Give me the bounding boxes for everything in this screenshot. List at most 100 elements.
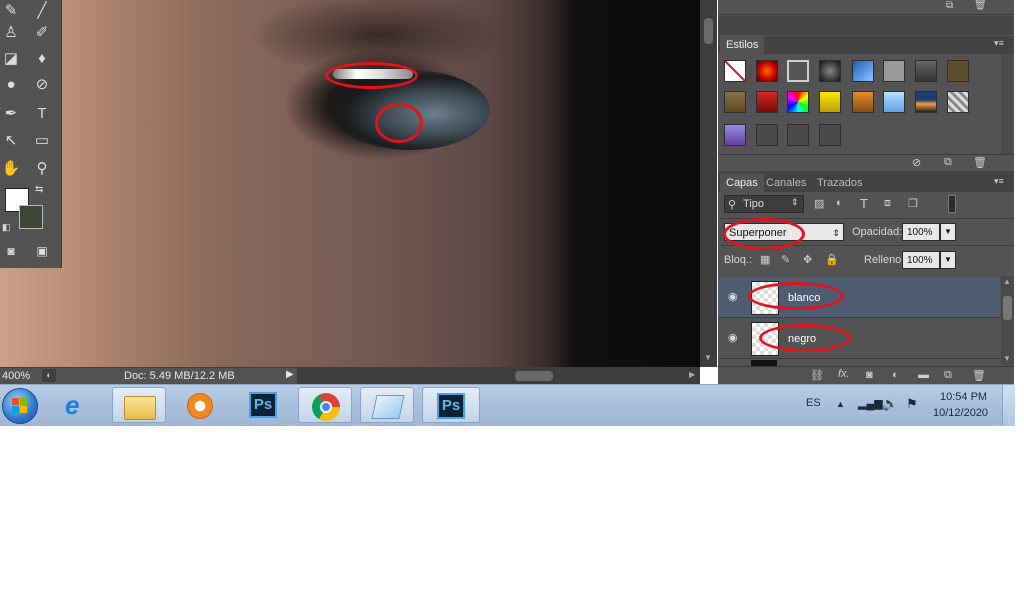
pen-tool-icon[interactable]: ✒ [0, 103, 22, 125]
eraser-tool-icon[interactable]: ◪ [0, 48, 22, 70]
style-swatch-15[interactable] [915, 91, 937, 113]
style-swatch-11[interactable] [787, 91, 809, 113]
tab-paths[interactable]: Trazados [817, 177, 862, 189]
style-swatch-20[interactable] [819, 124, 841, 146]
delete-layer-icon[interactable]: 🗑 [972, 369, 986, 382]
zoom-tool-icon[interactable]: ⚲ [31, 158, 53, 180]
hand-tool-icon[interactable]: ✋ [0, 158, 22, 180]
style-swatch-2[interactable] [756, 60, 778, 82]
lock-all-icon[interactable]: 🔒 [825, 253, 839, 266]
style-swatch-12[interactable] [819, 91, 841, 113]
filter-type-icon[interactable]: T [860, 196, 868, 211]
new-style-icon[interactable]: ⧉ [944, 156, 952, 169]
style-swatch-7[interactable] [915, 60, 937, 82]
show-hidden-icons-icon[interactable]: ▲ [836, 399, 845, 409]
network-signal-icon[interactable]: ▂▄▆ [858, 397, 883, 410]
history-brush-icon[interactable]: ✐ [31, 22, 53, 44]
style-swatch-5[interactable] [852, 60, 874, 82]
path-select-icon[interactable]: ↖ [0, 130, 22, 152]
scroll-down-arrow-icon[interactable]: ▼ [1003, 354, 1011, 363]
lock-transparent-icon[interactable]: ▦ [760, 253, 770, 266]
clock-date[interactable]: 10/12/2020 [933, 407, 988, 419]
taskbar-photoshop-1[interactable]: Ps [236, 387, 290, 423]
filter-adjustment-icon[interactable]: ◐ [836, 197, 843, 209]
style-swatch-19[interactable] [787, 124, 809, 146]
opacity-field[interactable]: 100% [902, 223, 940, 241]
trash-icon[interactable]: 🗑 [974, 0, 987, 11]
paint-bucket-icon[interactable]: ♦ [31, 48, 53, 70]
pencil-tool-icon[interactable]: ╱ [31, 0, 53, 22]
rectangle-tool-icon[interactable]: ▭ [31, 130, 53, 152]
screen-mode-icon[interactable]: ▣ [31, 240, 53, 262]
taskbar-notepad[interactable] [360, 387, 414, 423]
brush-tool-icon[interactable]: ✎ [0, 0, 22, 22]
style-swatch-13[interactable] [852, 91, 874, 113]
filter-smart-object-icon[interactable]: ❐ [908, 197, 918, 210]
layers-panel-menu-icon[interactable]: ▾≡ [994, 176, 1004, 187]
canvas-horizontal-scrollbar[interactable]: ▶ [297, 368, 700, 385]
status-menu-icon[interactable]: ◐ [42, 369, 56, 382]
document-canvas[interactable] [0, 0, 700, 367]
style-swatch-6[interactable] [883, 60, 905, 82]
opacity-dropdown-icon[interactable]: ▼ [940, 223, 956, 241]
volume-icon[interactable]: 🔊 [882, 396, 898, 412]
dodge-tool-icon[interactable]: ⊘ [31, 74, 53, 96]
fx-icon[interactable]: fx. [838, 368, 850, 380]
tab-styles[interactable]: Estilos [720, 36, 765, 54]
start-button[interactable] [2, 388, 38, 424]
type-tool-icon[interactable]: T [31, 103, 53, 125]
action-center-icon[interactable]: ⚑ [906, 396, 918, 412]
fill-dropdown-icon[interactable]: ▼ [940, 251, 956, 269]
style-swatch-4[interactable] [819, 60, 841, 82]
taskbar-internet-explorer[interactable]: e [51, 387, 105, 423]
status-arrow-icon[interactable]: ▶ [286, 369, 294, 380]
style-swatch-17[interactable] [724, 124, 746, 146]
blur-tool-icon[interactable]: ● [0, 74, 22, 96]
zoom-level[interactable]: 400% [2, 370, 30, 382]
style-swatch-16[interactable] [947, 91, 969, 113]
layer-filter-select[interactable]: ⚲ Tipo ⇕ [724, 195, 804, 213]
filter-toggle[interactable] [948, 195, 956, 213]
fill-field[interactable]: 100% [902, 251, 940, 269]
visibility-eye-icon[interactable]: ◉ [728, 290, 738, 303]
quick-mask-icon[interactable]: ◙ [0, 240, 22, 262]
layers-scrollbar[interactable]: ▲ ▼ [1001, 276, 1014, 366]
adjustment-layer-icon[interactable]: ◐ [892, 369, 899, 381]
swap-colors-icon[interactable]: ⇆ [35, 184, 43, 195]
styles-scrollbar[interactable] [1001, 54, 1013, 154]
new-layer-icon[interactable]: ⧉ [944, 369, 952, 382]
taskbar-chrome[interactable] [298, 387, 352, 423]
add-mask-icon[interactable]: ◙ [866, 369, 873, 381]
tab-layers[interactable]: Capas [720, 174, 764, 192]
background-color-swatch[interactable] [19, 205, 43, 229]
hscroll-thumb[interactable] [515, 371, 553, 381]
language-indicator[interactable]: ES [806, 397, 821, 409]
scroll-down-arrow-icon[interactable]: ▼ [704, 353, 712, 362]
style-swatch-8[interactable] [947, 60, 969, 82]
tab-channels[interactable]: Canales [766, 177, 806, 189]
new-group-icon[interactable]: ▬ [918, 369, 929, 381]
style-swatch-14[interactable] [883, 91, 905, 113]
new-item-icon[interactable]: ⧉ [946, 0, 953, 11]
taskbar-photoshop-2[interactable]: Ps [422, 387, 480, 423]
style-swatch-10[interactable] [756, 91, 778, 113]
show-desktop-button[interactable] [1002, 385, 1015, 426]
lock-position-icon[interactable]: ✥ [803, 253, 812, 266]
panel-menu-icon[interactable]: ▾≡ [994, 38, 1004, 49]
scroll-up-arrow-icon[interactable]: ▲ [1003, 277, 1011, 286]
scroll-thumb[interactable] [704, 18, 713, 44]
style-none-swatch[interactable] [724, 60, 746, 82]
style-swatch-9[interactable] [724, 91, 746, 113]
stamp-tool-icon[interactable]: ♙ [0, 22, 22, 44]
lock-paint-icon[interactable]: ✎ [781, 253, 790, 266]
style-swatch-18[interactable] [756, 124, 778, 146]
clear-style-icon[interactable]: ⊘ [912, 156, 921, 169]
taskbar-file-explorer[interactable] [112, 387, 166, 423]
filter-pixel-icon[interactable]: ▨ [814, 197, 824, 210]
scroll-right-arrow-icon[interactable]: ▶ [689, 370, 695, 379]
taskbar-media-player[interactable] [173, 387, 227, 423]
delete-style-icon[interactable]: 🗑 [973, 156, 987, 169]
visibility-eye-icon[interactable]: ◉ [728, 331, 738, 344]
layers-scroll-thumb[interactable] [1003, 296, 1012, 320]
canvas-vertical-scrollbar[interactable]: ▼ [700, 0, 717, 367]
